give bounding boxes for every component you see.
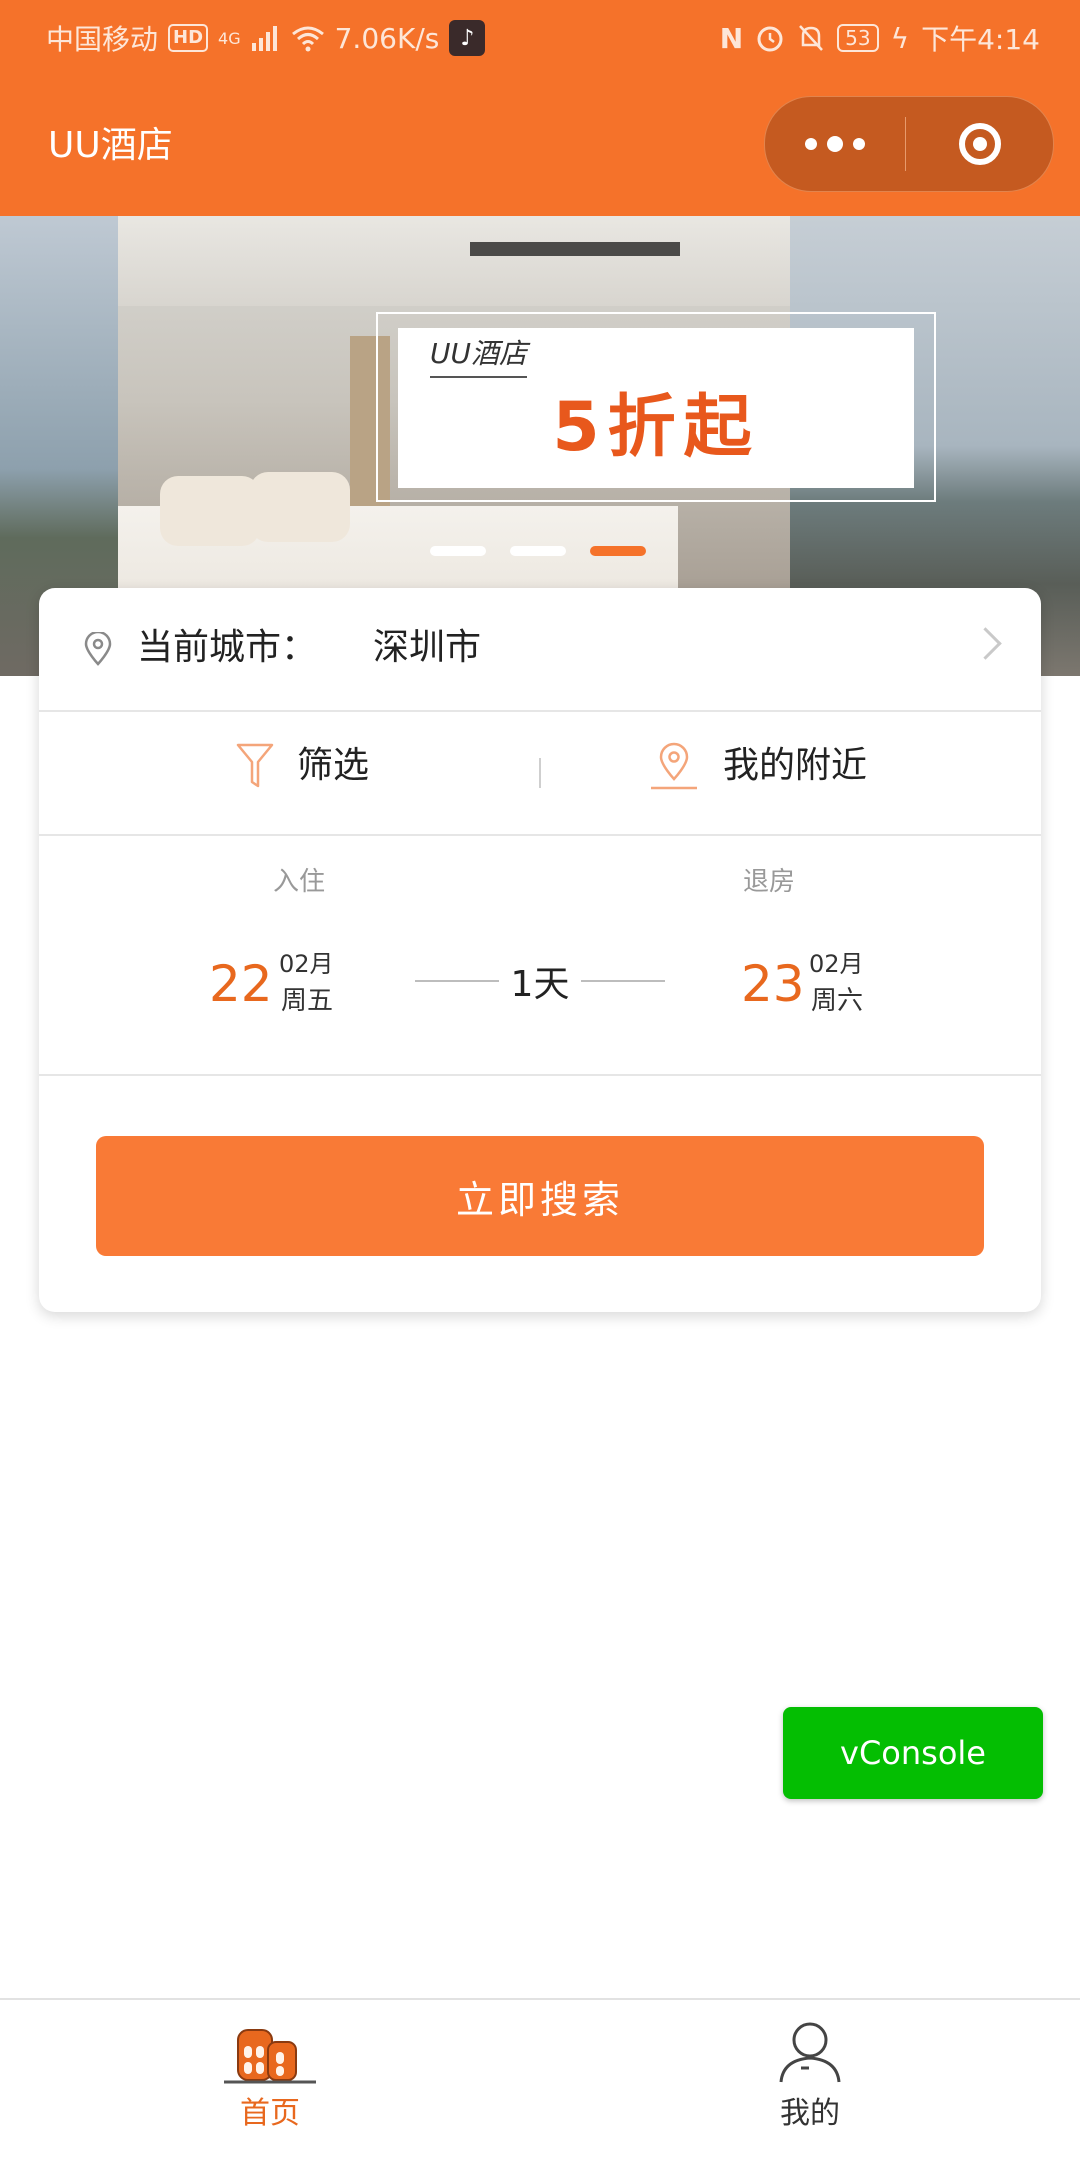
promo-panel: UU酒店 5折起 xyxy=(398,328,914,488)
checkin-month: 02月 xyxy=(279,950,334,978)
search-card: 当前城市： 深圳市 筛选 我的附近 入住 22 02月 周五 1天 退房 23 … xyxy=(39,588,1041,1312)
tiktok-icon: ♪ xyxy=(449,20,486,56)
banner-photo-pillow xyxy=(250,472,350,542)
carousel-indicator xyxy=(430,546,646,556)
signal-bars-icon xyxy=(251,26,277,51)
battery-icon: 53 xyxy=(837,24,879,52)
more-button[interactable] xyxy=(765,97,905,191)
promo-frame: UU酒店 5折起 xyxy=(376,312,936,502)
funnel-icon xyxy=(236,743,274,788)
tab-bar: 首页 我的 xyxy=(0,1998,1080,2162)
checkin-weekday: 周五 xyxy=(281,986,334,1016)
mute-bell-icon xyxy=(799,25,824,51)
wifi-icon xyxy=(291,26,324,52)
duration-line-right xyxy=(581,980,665,982)
battery-level: 53 xyxy=(845,26,871,50)
nfc-icon: N xyxy=(719,21,744,55)
signal-icon: 4G xyxy=(218,29,241,48)
hotel-building-icon xyxy=(224,2029,316,2084)
banner-photo-vent xyxy=(470,242,680,256)
nights-count: 1天 xyxy=(510,964,570,1005)
network-speed: 7.06K/s xyxy=(334,21,440,55)
carrier-label: 中国移动 xyxy=(46,23,159,56)
miniprogram-capsule xyxy=(764,96,1054,192)
target-icon xyxy=(958,123,1001,165)
checkout-month: 02月 xyxy=(809,950,864,978)
carousel-dot-active[interactable] xyxy=(590,546,646,556)
filter-row: 筛选 我的附近 xyxy=(39,710,1041,836)
close-miniprogram-button[interactable] xyxy=(906,97,1053,191)
filter-divider xyxy=(539,758,541,788)
tab-mine[interactable]: 我的 xyxy=(710,2020,910,2150)
promo-brand: UU酒店 xyxy=(430,334,527,378)
city-label: 当前城市： xyxy=(137,627,318,668)
carousel-dot[interactable] xyxy=(510,546,566,556)
checkout-weekday: 周六 xyxy=(811,986,864,1016)
clock: 下午4:14 xyxy=(921,23,1040,56)
tab-home-label: 首页 xyxy=(240,2096,300,2131)
hd-badge: HD xyxy=(168,24,209,52)
checkout-label: 退房 xyxy=(743,867,796,897)
checkin-label: 入住 xyxy=(273,867,326,897)
header: 中国移动 HD 4G 7.06K/s ♪ N 53 ϟ 下午4:14 UU酒店 xyxy=(0,0,1080,216)
tab-mine-label: 我的 xyxy=(780,2096,840,2131)
duration-line-left xyxy=(415,980,499,982)
location-pin-icon xyxy=(84,632,112,666)
chevron-right-icon xyxy=(969,627,1002,660)
nearby-button[interactable]: 我的附近 xyxy=(649,740,867,792)
tab-home[interactable]: 首页 xyxy=(170,2020,370,2150)
search-button[interactable]: 立即搜索 xyxy=(96,1136,984,1256)
more-dot-icon xyxy=(827,136,843,152)
checkin-day[interactable]: 22 xyxy=(209,954,273,1014)
city-selector[interactable]: 当前城市： 深圳市 xyxy=(39,588,1041,712)
filter-button[interactable]: 筛选 xyxy=(235,740,369,792)
nearby-label: 我的附近 xyxy=(723,745,868,786)
network-type: 4G xyxy=(218,28,241,48)
user-profile-icon xyxy=(779,2022,841,2083)
banner-photo-pillow xyxy=(160,476,260,546)
page-title: UU酒店 xyxy=(48,125,173,166)
banner-photo-ceiling xyxy=(118,216,790,306)
charging-icon: ϟ xyxy=(890,21,910,55)
location-pin-icon xyxy=(651,742,697,790)
status-bar: 中国移动 HD 4G 7.06K/s ♪ N 53 ϟ 下午4:14 xyxy=(0,0,1080,72)
alarm-icon xyxy=(757,26,783,52)
date-picker[interactable]: 入住 22 02月 周五 1天 退房 23 02月 周六 xyxy=(39,834,1041,1076)
stay-duration: 1天 xyxy=(415,956,665,1006)
filter-label: 筛选 xyxy=(297,745,370,786)
more-dot-icon xyxy=(805,138,817,150)
vconsole-button[interactable]: vConsole xyxy=(783,1707,1043,1799)
carousel-dot[interactable] xyxy=(430,546,486,556)
city-value: 深圳市 xyxy=(373,627,482,668)
checkout-day[interactable]: 23 xyxy=(741,954,805,1014)
promo-headline: 5折起 xyxy=(552,388,760,467)
more-dot-icon xyxy=(853,138,865,150)
